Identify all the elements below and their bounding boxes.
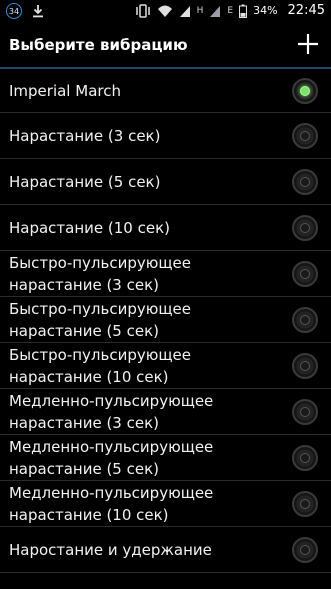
list-item-label: Imperial March (9, 81, 121, 100)
radio-button[interactable] (292, 352, 318, 379)
list-item[interactable]: Медленно-пульсирующее нарастание (5 сек) (0, 435, 331, 481)
list-item-label: Быстро-пульсирующее нарастание (5 сек) (9, 299, 191, 340)
radio-button[interactable] (292, 536, 318, 563)
clock: 22:45 (287, 3, 325, 18)
radio-button[interactable] (292, 168, 318, 195)
vibration-list: Imperial March Нарастание (3 сек) Нарастан… (0, 69, 331, 573)
radio-dot (300, 130, 310, 141)
list-item-label: Нарастание (5 сек) (9, 172, 161, 191)
radio-button[interactable] (292, 398, 318, 425)
radio-dot (300, 406, 310, 417)
list-item-label: Медленно-пульсирующее нарастание (5 сек) (9, 437, 214, 478)
wifi-icon (157, 5, 172, 17)
radio-dot (300, 268, 310, 279)
list-item-label: Наростание и удержание (9, 540, 212, 559)
radio-dot (300, 222, 310, 233)
list-item[interactable]: Нарастание (10 сек) (0, 205, 331, 251)
radio-dot (300, 498, 310, 509)
network-type-h: H (196, 5, 204, 16)
radio-button[interactable] (292, 260, 318, 287)
vibrate-icon (135, 3, 150, 18)
radio-dot (300, 360, 310, 371)
radio-button[interactable] (292, 214, 318, 241)
radio-button[interactable] (292, 77, 318, 104)
list-item[interactable]: Наростание и удержание (0, 527, 331, 573)
list-item[interactable]: Медленно-пульсирующее нарастание (10 сек… (0, 481, 331, 527)
notification-badge: 34 (6, 3, 22, 19)
radio-button[interactable] (292, 306, 318, 333)
page-title: Выберите вибрацию (9, 36, 188, 54)
radio-dot (300, 452, 310, 463)
list-item[interactable]: Быстро-пульсирующее нарастание (5 сек) (0, 297, 331, 343)
radio-dot (300, 544, 310, 555)
network-type-e: E (227, 5, 234, 16)
action-bar: Выберите вибрацию (0, 24, 331, 67)
radio-button[interactable] (292, 444, 318, 471)
radio-dot (300, 85, 310, 96)
list-item[interactable]: Нарастание (5 сек) (0, 159, 331, 205)
battery-icon (239, 4, 248, 18)
radio-dot (300, 176, 310, 187)
add-button[interactable] (295, 31, 321, 57)
status-bar: 34 H E 34% 22:45 (0, 0, 331, 24)
radio-button[interactable] (292, 122, 318, 149)
signal-icon-1 (179, 5, 190, 17)
list-item-label: Нарастание (3 сек) (9, 126, 161, 145)
download-icon (33, 5, 43, 18)
list-item-label: Быстро-пульсирующее нарастание (3 сек) (9, 253, 191, 294)
list-item-label: Медленно-пульсирующее нарастание (10 сек… (9, 483, 214, 524)
list-item-label: Быстро-пульсирующее нарастание (10 сек) (9, 345, 191, 386)
list-item[interactable]: Быстро-пульсирующее нарастание (3 сек) (0, 251, 331, 297)
signal-icon-2 (210, 5, 221, 17)
list-item[interactable]: Медленно-пульсирующее нарастание (3 сек) (0, 389, 331, 435)
radio-dot (300, 314, 310, 325)
plus-icon (298, 34, 318, 54)
list-item[interactable]: Быстро-пульсирующее нарастание (10 сек) (0, 343, 331, 389)
battery-percent: 34% (253, 4, 278, 17)
list-item[interactable]: Нарастание (3 сек) (0, 113, 331, 159)
radio-button[interactable] (292, 490, 318, 517)
list-item-label: Нарастание (10 сек) (9, 218, 171, 237)
list-item-label: Медленно-пульсирующее нарастание (3 сек) (9, 391, 214, 432)
list-item[interactable]: Imperial March (0, 69, 331, 113)
